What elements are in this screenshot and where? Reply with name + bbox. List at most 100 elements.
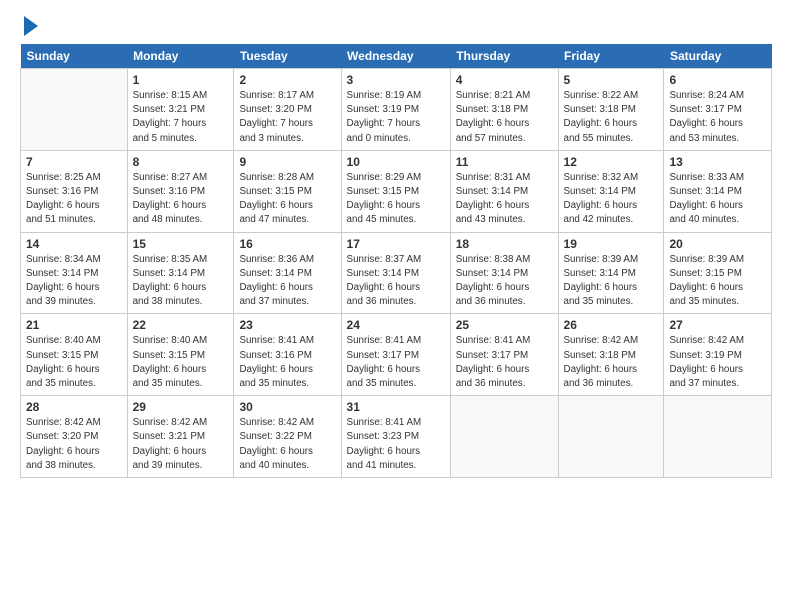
day-info: Sunrise: 8:42 AM Sunset: 3:18 PM Dayligh… xyxy=(564,334,659,391)
calendar-cell: 31Sunrise: 8:41 AM Sunset: 3:23 PM Dayli… xyxy=(341,396,450,478)
logo xyxy=(20,18,38,36)
day-number: 14 xyxy=(26,237,122,251)
calendar-cell: 18 Sunrise: 8:38 AM Sunset: 3:14 PM Dayli… xyxy=(450,232,558,314)
header-cell-tuesday: Tuesday xyxy=(234,44,341,69)
header-row: SundayMondayTuesdayWednesdayThursdayFrid… xyxy=(21,44,772,69)
calendar-cell xyxy=(21,69,128,151)
calendar-cell: 24Sunrise: 8:41 AM Sunset: 3:17 PM Dayli… xyxy=(341,314,450,396)
day-info: Sunrise: 8:28 AM Sunset: 3:15 PM Dayligh… xyxy=(239,171,335,228)
calendar-cell: 11 Sunrise: 8:31 AM Sunset: 3:14 PM Dayli… xyxy=(450,150,558,232)
day-number: 29 xyxy=(133,400,229,414)
day-info: Sunrise: 8:27 AM Sunset: 3:16 PM Dayligh… xyxy=(133,171,229,228)
day-number: 17 xyxy=(347,237,445,251)
day-number: 7 xyxy=(26,155,122,169)
day-info: Sunrise: 8:19 AM Sunset: 3:19 PM Dayligh… xyxy=(347,89,445,146)
day-info: Sunrise: 8:32 AM Sunset: 3:14 PM Dayligh… xyxy=(564,171,659,228)
day-info: Sunrise: 8:17 AM Sunset: 3:20 PM Dayligh… xyxy=(239,89,335,146)
day-info: Sunrise: 8:40 AM Sunset: 3:15 PM Dayligh… xyxy=(26,334,122,391)
day-number: 13 xyxy=(669,155,766,169)
calendar-cell: 15 Sunrise: 8:35 AM Sunset: 3:14 PM Dayli… xyxy=(127,232,234,314)
day-info: Sunrise: 8:29 AM Sunset: 3:15 PM Dayligh… xyxy=(347,171,445,228)
calendar-cell: 10 Sunrise: 8:29 AM Sunset: 3:15 PM Dayli… xyxy=(341,150,450,232)
day-number: 23 xyxy=(239,318,335,332)
calendar-cell xyxy=(450,396,558,478)
day-number: 28 xyxy=(26,400,122,414)
calendar-cell: 26 Sunrise: 8:42 AM Sunset: 3:18 PM Dayli… xyxy=(558,314,664,396)
logo-arrow-icon xyxy=(24,16,38,36)
calendar-cell: 4 Sunrise: 8:21 AM Sunset: 3:18 PM Daylig… xyxy=(450,69,558,151)
calendar-cell: 2 Sunrise: 8:17 AM Sunset: 3:20 PM Daylig… xyxy=(234,69,341,151)
calendar-cell: 1 Sunrise: 8:15 AM Sunset: 3:21 PM Daylig… xyxy=(127,69,234,151)
day-info: Sunrise: 8:41 AM Sunset: 3:16 PM Dayligh… xyxy=(239,334,335,391)
day-info: Sunrise: 8:38 AM Sunset: 3:14 PM Dayligh… xyxy=(456,253,553,310)
day-info: Sunrise: 8:42 AM Sunset: 3:20 PM Dayligh… xyxy=(26,416,122,473)
calendar-cell: 13Sunrise: 8:33 AM Sunset: 3:14 PM Dayli… xyxy=(664,150,772,232)
day-number: 10 xyxy=(347,155,445,169)
day-number: 8 xyxy=(133,155,229,169)
calendar-cell: 27 Sunrise: 8:42 AM Sunset: 3:19 PM Dayli… xyxy=(664,314,772,396)
day-number: 21 xyxy=(26,318,122,332)
calendar-cell: 19Sunrise: 8:39 AM Sunset: 3:14 PM Dayli… xyxy=(558,232,664,314)
calendar-header: SundayMondayTuesdayWednesdayThursdayFrid… xyxy=(21,44,772,69)
day-number: 22 xyxy=(133,318,229,332)
day-info: Sunrise: 8:41 AM Sunset: 3:17 PM Dayligh… xyxy=(456,334,553,391)
day-number: 9 xyxy=(239,155,335,169)
calendar-cell: 16Sunrise: 8:36 AM Sunset: 3:14 PM Dayli… xyxy=(234,232,341,314)
calendar-body: 1 Sunrise: 8:15 AM Sunset: 3:21 PM Daylig… xyxy=(21,69,772,478)
day-info: Sunrise: 8:42 AM Sunset: 3:21 PM Dayligh… xyxy=(133,416,229,473)
calendar-cell: 8 Sunrise: 8:27 AM Sunset: 3:16 PM Daylig… xyxy=(127,150,234,232)
header-cell-sunday: Sunday xyxy=(21,44,128,69)
week-row-4: 28 Sunrise: 8:42 AM Sunset: 3:20 PM Dayli… xyxy=(21,396,772,478)
day-number: 20 xyxy=(669,237,766,251)
header-cell-monday: Monday xyxy=(127,44,234,69)
day-number: 5 xyxy=(564,73,659,87)
calendar-cell: 12 Sunrise: 8:32 AM Sunset: 3:14 PM Dayli… xyxy=(558,150,664,232)
calendar-cell: 9 Sunrise: 8:28 AM Sunset: 3:15 PM Daylig… xyxy=(234,150,341,232)
day-info: Sunrise: 8:15 AM Sunset: 3:21 PM Dayligh… xyxy=(133,89,229,146)
day-number: 18 xyxy=(456,237,553,251)
header-cell-thursday: Thursday xyxy=(450,44,558,69)
day-number: 11 xyxy=(456,155,553,169)
week-row-2: 14 Sunrise: 8:34 AM Sunset: 3:14 PM Dayli… xyxy=(21,232,772,314)
day-number: 27 xyxy=(669,318,766,332)
header-cell-friday: Friday xyxy=(558,44,664,69)
day-info: Sunrise: 8:35 AM Sunset: 3:14 PM Dayligh… xyxy=(133,253,229,310)
day-number: 26 xyxy=(564,318,659,332)
day-number: 3 xyxy=(347,73,445,87)
day-info: Sunrise: 8:22 AM Sunset: 3:18 PM Dayligh… xyxy=(564,89,659,146)
calendar-cell xyxy=(558,396,664,478)
day-number: 4 xyxy=(456,73,553,87)
day-info: Sunrise: 8:42 AM Sunset: 3:22 PM Dayligh… xyxy=(239,416,335,473)
day-info: Sunrise: 8:31 AM Sunset: 3:14 PM Dayligh… xyxy=(456,171,553,228)
calendar-cell: 23 Sunrise: 8:41 AM Sunset: 3:16 PM Dayli… xyxy=(234,314,341,396)
day-info: Sunrise: 8:37 AM Sunset: 3:14 PM Dayligh… xyxy=(347,253,445,310)
calendar-cell: 17 Sunrise: 8:37 AM Sunset: 3:14 PM Dayli… xyxy=(341,232,450,314)
day-info: Sunrise: 8:36 AM Sunset: 3:14 PM Dayligh… xyxy=(239,253,335,310)
calendar-cell: 22 Sunrise: 8:40 AM Sunset: 3:15 PM Dayli… xyxy=(127,314,234,396)
day-number: 12 xyxy=(564,155,659,169)
week-row-1: 7 Sunrise: 8:25 AM Sunset: 3:16 PM Daylig… xyxy=(21,150,772,232)
calendar-cell: 29 Sunrise: 8:42 AM Sunset: 3:21 PM Dayli… xyxy=(127,396,234,478)
day-info: Sunrise: 8:42 AM Sunset: 3:19 PM Dayligh… xyxy=(669,334,766,391)
calendar-cell: 20 Sunrise: 8:39 AM Sunset: 3:15 PM Dayli… xyxy=(664,232,772,314)
calendar-table: SundayMondayTuesdayWednesdayThursdayFrid… xyxy=(20,44,772,478)
calendar-cell: 28 Sunrise: 8:42 AM Sunset: 3:20 PM Dayli… xyxy=(21,396,128,478)
calendar-cell: 21 Sunrise: 8:40 AM Sunset: 3:15 PM Dayli… xyxy=(21,314,128,396)
calendar-cell xyxy=(664,396,772,478)
header xyxy=(20,18,772,36)
header-cell-saturday: Saturday xyxy=(664,44,772,69)
day-info: Sunrise: 8:21 AM Sunset: 3:18 PM Dayligh… xyxy=(456,89,553,146)
day-number: 1 xyxy=(133,73,229,87)
day-info: Sunrise: 8:25 AM Sunset: 3:16 PM Dayligh… xyxy=(26,171,122,228)
day-info: Sunrise: 8:24 AM Sunset: 3:17 PM Dayligh… xyxy=(669,89,766,146)
day-info: Sunrise: 8:41 AM Sunset: 3:17 PM Dayligh… xyxy=(347,334,445,391)
day-info: Sunrise: 8:39 AM Sunset: 3:15 PM Dayligh… xyxy=(669,253,766,310)
day-number: 2 xyxy=(239,73,335,87)
calendar-cell: 14 Sunrise: 8:34 AM Sunset: 3:14 PM Dayli… xyxy=(21,232,128,314)
day-number: 15 xyxy=(133,237,229,251)
header-cell-wednesday: Wednesday xyxy=(341,44,450,69)
day-number: 31 xyxy=(347,400,445,414)
day-info: Sunrise: 8:34 AM Sunset: 3:14 PM Dayligh… xyxy=(26,253,122,310)
day-info: Sunrise: 8:40 AM Sunset: 3:15 PM Dayligh… xyxy=(133,334,229,391)
calendar-cell: 25Sunrise: 8:41 AM Sunset: 3:17 PM Dayli… xyxy=(450,314,558,396)
